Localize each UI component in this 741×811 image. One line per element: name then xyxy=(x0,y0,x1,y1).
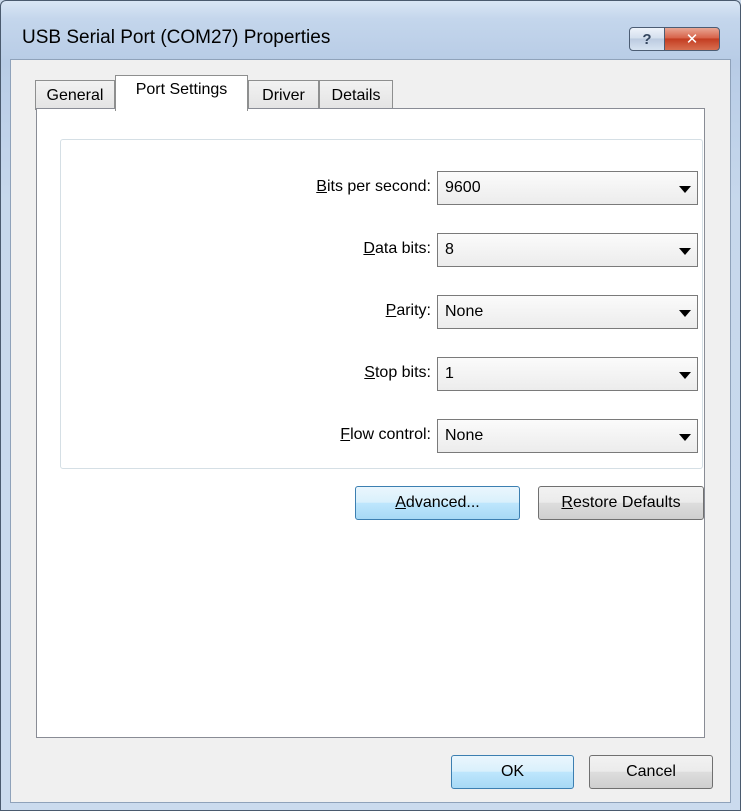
close-button[interactable]: ✕ xyxy=(664,27,720,51)
advanced-button-label: Advanced... xyxy=(395,494,480,511)
window-title: USB Serial Port (COM27) Properties xyxy=(22,27,331,48)
close-icon: ✕ xyxy=(685,31,699,48)
select-value: 8 xyxy=(445,241,454,258)
dialog-client-area: General Port Settings Driver Details Bit… xyxy=(10,59,731,803)
dropdown-arrow-icon xyxy=(679,434,691,441)
advanced-button[interactable]: Advanced... xyxy=(355,486,520,520)
help-button[interactable]: ? xyxy=(629,27,665,51)
parity-label: Parity: xyxy=(385,302,431,319)
port-settings-panel: Bits per second: 9600 Data bits: 8 Parit… xyxy=(36,108,705,738)
ok-button-label: OK xyxy=(500,763,525,780)
parity-select[interactable]: None xyxy=(437,295,698,329)
select-value: 9600 xyxy=(445,179,481,196)
data-bits-select[interactable]: 8 xyxy=(437,233,698,267)
tab-driver[interactable]: Driver xyxy=(248,80,319,110)
stop-bits-select[interactable]: 1 xyxy=(437,357,698,391)
tab-port-settings[interactable]: Port Settings xyxy=(115,75,248,111)
cancel-button[interactable]: Cancel xyxy=(589,755,713,789)
ok-button[interactable]: OK xyxy=(451,755,574,789)
cancel-button-label: Cancel xyxy=(626,763,676,780)
parity-row: Parity: None xyxy=(61,295,702,329)
bits-per-second-label: Bits per second: xyxy=(316,178,431,195)
settings-group: Bits per second: 9600 Data bits: 8 Parit… xyxy=(60,139,703,469)
bits-per-second-row: Bits per second: 9600 xyxy=(61,171,702,205)
tab-label: General xyxy=(46,86,104,104)
restore-defaults-button[interactable]: Restore Defaults xyxy=(538,486,704,520)
flow-control-select[interactable]: None xyxy=(437,419,698,453)
flow-control-row: Flow control: None xyxy=(61,419,702,453)
tab-details[interactable]: Details xyxy=(319,80,393,110)
tab-label: Port Settings xyxy=(135,81,228,98)
dropdown-arrow-icon xyxy=(679,372,691,379)
stop-bits-label: Stop bits: xyxy=(364,364,431,381)
bits-per-second-select[interactable]: 9600 xyxy=(437,171,698,205)
dropdown-arrow-icon xyxy=(679,186,691,193)
select-value: None xyxy=(445,427,484,444)
stop-bits-row: Stop bits: 1 xyxy=(61,357,702,391)
question-mark-icon: ? xyxy=(642,30,652,48)
data-bits-row: Data bits: 8 xyxy=(61,233,702,267)
tab-label: Driver xyxy=(262,86,305,104)
dropdown-arrow-icon xyxy=(679,310,691,317)
properties-dialog: USB Serial Port (COM27) Properties ? ✕ G… xyxy=(0,0,741,811)
tab-label: Details xyxy=(331,86,381,104)
flow-control-label: Flow control: xyxy=(340,426,431,443)
dropdown-arrow-icon xyxy=(679,248,691,255)
tab-general[interactable]: General xyxy=(35,80,115,110)
data-bits-label: Data bits: xyxy=(363,240,431,257)
select-value: None xyxy=(445,303,484,320)
select-value: 1 xyxy=(445,365,454,382)
restore-defaults-button-label: Restore Defaults xyxy=(561,494,681,511)
title-bar[interactable]: USB Serial Port (COM27) Properties ? ✕ xyxy=(1,1,740,59)
